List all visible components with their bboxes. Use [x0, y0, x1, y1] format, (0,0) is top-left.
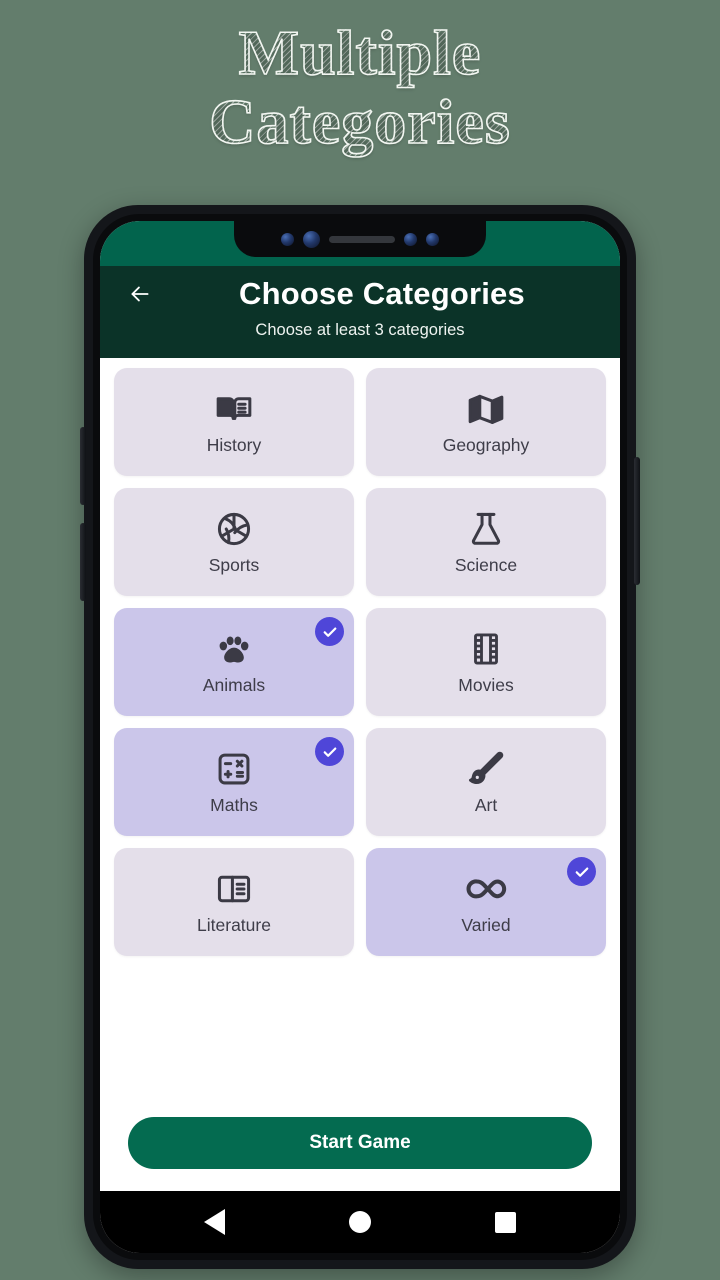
category-card-animals[interactable]: Animals — [114, 608, 354, 716]
category-card-sports[interactable]: Sports — [114, 488, 354, 596]
app-bar: Choose Categories Choose at least 3 cate… — [100, 266, 620, 358]
page-subtitle: Choose at least 3 categories — [255, 321, 465, 339]
category-label: Animals — [202, 675, 266, 695]
flask-icon — [467, 508, 505, 550]
category-label: Geography — [442, 435, 530, 455]
phone-screen: Choose Categories Choose at least 3 cate… — [100, 221, 620, 1253]
folded-map-icon — [467, 388, 505, 430]
start-game-button[interactable]: Start Game — [128, 1117, 592, 1169]
promo-heading-line-1: Multiple — [238, 17, 482, 88]
category-card-literature[interactable]: Literature — [114, 848, 354, 956]
proximity-sensor-icon — [404, 232, 417, 246]
category-card-movies[interactable]: Movies — [366, 608, 606, 716]
triangle-back-icon[interactable] — [204, 1209, 225, 1235]
category-label: Varied — [461, 915, 511, 935]
speaker-grille-icon — [329, 235, 395, 243]
volume-down-button[interactable] — [80, 523, 86, 601]
category-card-history[interactable]: History — [114, 368, 354, 476]
phone-bezel: Choose Categories Choose at least 3 cate… — [93, 214, 627, 1260]
camera-sensor-icon — [281, 232, 294, 246]
check-icon — [573, 863, 591, 881]
category-card-art[interactable]: Art — [366, 728, 606, 836]
category-card-science[interactable]: Science — [366, 488, 606, 596]
calculator-icon — [215, 748, 253, 790]
check-icon — [321, 623, 339, 641]
volleyball-icon — [215, 508, 253, 550]
infinity-icon — [463, 868, 509, 910]
phone-notch — [234, 221, 486, 257]
category-label: History — [206, 435, 262, 455]
selected-check-badge — [315, 737, 344, 766]
paw-print-icon — [214, 628, 254, 670]
category-card-varied[interactable]: Varied — [366, 848, 606, 956]
film-strip-icon — [468, 628, 504, 670]
light-sensor-icon — [426, 232, 439, 246]
phone-mockup: Choose Categories Choose at least 3 cate… — [80, 205, 640, 1269]
content-panel: History Geography Sports Science Animals… — [100, 354, 620, 1191]
square-recents-icon[interactable] — [495, 1211, 516, 1233]
category-label: Movies — [458, 675, 514, 695]
app-bar-row: Choose Categories — [100, 272, 620, 316]
category-label: Maths — [210, 795, 258, 815]
status-bar — [100, 221, 620, 266]
promo-heading-line-2: Categories — [208, 86, 511, 158]
article-icon — [215, 868, 253, 910]
check-icon — [321, 743, 339, 761]
page-title: Choose Categories — [239, 276, 525, 311]
category-label: Science — [454, 555, 518, 575]
front-camera-icon — [303, 230, 320, 248]
open-book-icon — [215, 388, 253, 430]
category-label: Art — [474, 795, 498, 815]
selected-check-badge — [315, 617, 344, 646]
promo-heading: Multiple Categories — [0, 17, 720, 158]
category-card-maths[interactable]: Maths — [114, 728, 354, 836]
circle-home-icon[interactable] — [349, 1211, 371, 1233]
android-nav-bar — [100, 1191, 620, 1253]
paintbrush-icon — [467, 748, 505, 790]
volume-up-button[interactable] — [80, 427, 86, 505]
selected-check-badge — [567, 857, 596, 886]
category-card-geography[interactable]: Geography — [366, 368, 606, 476]
category-label: Literature — [197, 915, 271, 935]
category-grid: History Geography Sports Science Animals… — [114, 368, 606, 956]
category-label: Sports — [208, 555, 260, 575]
power-button[interactable] — [634, 457, 640, 585]
